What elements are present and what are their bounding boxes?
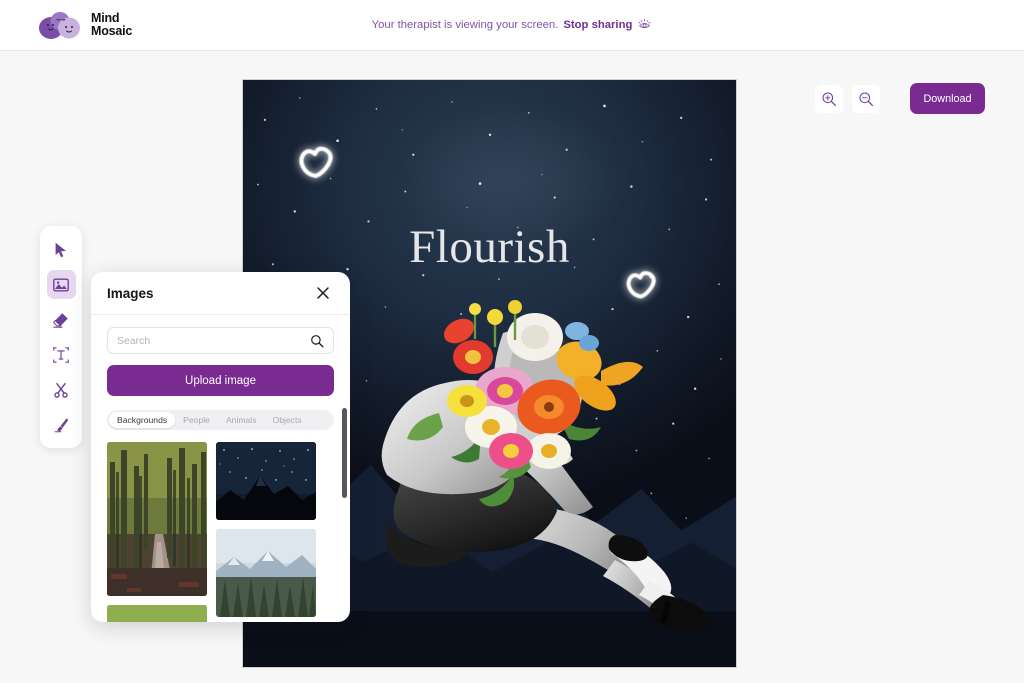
tool-text[interactable] bbox=[47, 340, 76, 369]
screen-share-eye-icon bbox=[638, 18, 651, 29]
upload-image-button[interactable]: Upload image bbox=[107, 365, 334, 396]
zoom-out-button[interactable] bbox=[852, 84, 880, 113]
search-icon[interactable] bbox=[310, 334, 324, 348]
eraser-icon bbox=[52, 312, 68, 328]
zoom-out-icon bbox=[859, 91, 873, 106]
search-input[interactable] bbox=[117, 334, 310, 347]
autumn-forest-path-image bbox=[107, 442, 207, 596]
panel-body: Upload image Backgrounds People Animals … bbox=[91, 315, 350, 622]
scissors-icon bbox=[54, 382, 68, 398]
tab-animals[interactable]: Animals bbox=[218, 412, 265, 428]
tool-select[interactable] bbox=[47, 235, 76, 264]
close-icon bbox=[317, 287, 329, 299]
thumbnail-grid bbox=[107, 442, 334, 622]
thumbnail-misty-forest-mountains[interactable] bbox=[216, 529, 316, 617]
thumbnail-green-meadow[interactable] bbox=[107, 605, 207, 622]
canvas-controls: Download bbox=[815, 83, 985, 114]
brush-icon bbox=[54, 417, 69, 432]
panel-title: Images bbox=[107, 285, 154, 301]
panel-header: Images bbox=[91, 272, 350, 315]
editor-toolbar bbox=[40, 226, 82, 448]
thumbnail-column-left bbox=[107, 442, 207, 622]
images-panel: Images Upload image Backgrounds People A… bbox=[91, 272, 350, 622]
cursor-arrow-icon bbox=[55, 242, 66, 257]
text-icon bbox=[53, 346, 69, 363]
tab-backgrounds[interactable]: Backgrounds bbox=[109, 412, 176, 428]
glowing-heart-doodle-icon bbox=[299, 146, 333, 179]
tab-objects[interactable]: Objects bbox=[265, 412, 310, 428]
night-sky-mountains-image bbox=[216, 442, 316, 520]
image-editor-app: Mind Mosaic Your therapist is viewing yo… bbox=[0, 0, 1024, 683]
screen-share-banner: Your therapist is viewing your screen. S… bbox=[0, 17, 1024, 32]
tool-brush[interactable] bbox=[47, 410, 76, 439]
panel-close-button[interactable] bbox=[314, 284, 332, 302]
scrollbar-thumb[interactable] bbox=[342, 408, 347, 498]
artwork-title-text: Flourish bbox=[409, 221, 570, 273]
panel-scrollbar[interactable] bbox=[342, 408, 347, 608]
category-tabs: Backgrounds People Animals Objects bbox=[107, 410, 334, 430]
zoom-in-icon bbox=[822, 91, 836, 106]
collage-figure-with-flower-head bbox=[381, 300, 711, 632]
tool-image[interactable] bbox=[46, 270, 76, 299]
pine-forest-snowy-mountains-image bbox=[216, 529, 316, 617]
tool-eraser[interactable] bbox=[47, 305, 76, 334]
thumbnail-starry-mountains[interactable] bbox=[216, 442, 316, 520]
top-header-bar: Mind Mosaic Your therapist is viewing yo… bbox=[0, 0, 1024, 51]
thumbnail-column-right bbox=[216, 442, 316, 617]
tool-cut[interactable] bbox=[47, 375, 76, 404]
stop-sharing-link[interactable]: Stop sharing bbox=[563, 19, 632, 31]
share-message-text: Your therapist is viewing your screen. bbox=[371, 18, 559, 31]
thumbnail-forest-road[interactable] bbox=[107, 442, 207, 596]
tab-people[interactable]: People bbox=[175, 412, 218, 428]
search-field-wrapper[interactable] bbox=[107, 327, 334, 354]
zoom-in-button[interactable] bbox=[815, 84, 843, 113]
image-icon bbox=[53, 277, 69, 292]
download-button[interactable]: Download bbox=[910, 83, 985, 114]
green-field-image bbox=[107, 605, 207, 622]
